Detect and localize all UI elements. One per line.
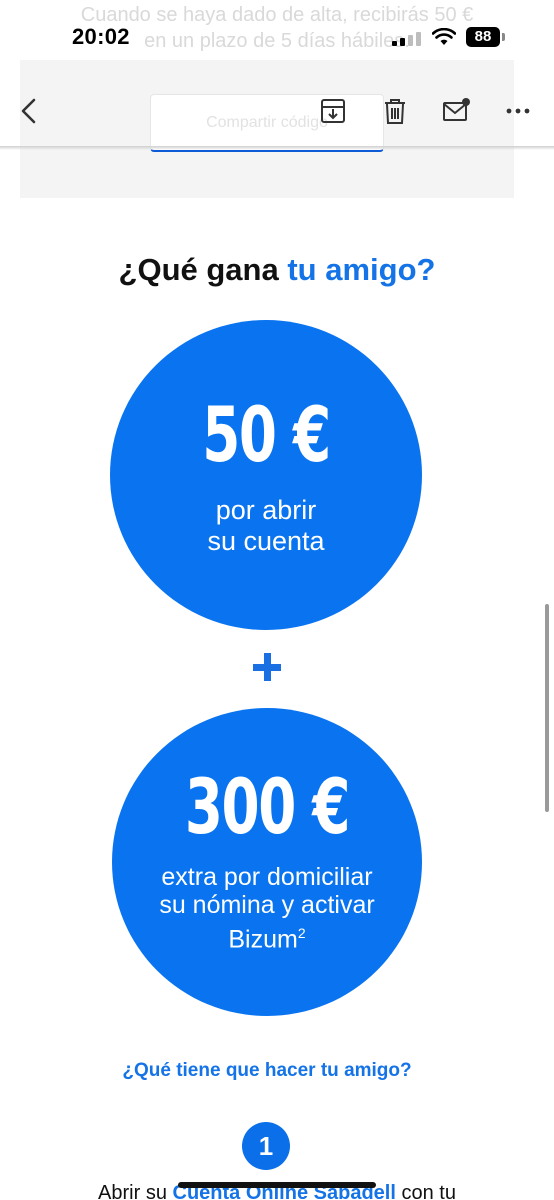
step-text-suffix: con tu xyxy=(395,1182,456,1200)
wifi-icon xyxy=(432,28,456,45)
bizum-label: Bizum xyxy=(228,925,298,954)
heading-accent: tu amigo? xyxy=(287,252,436,287)
home-indicator[interactable] xyxy=(178,1182,376,1188)
trash-icon[interactable] xyxy=(380,96,410,126)
offer-circle-open-account: 50 € por abrir su cuenta xyxy=(110,320,422,630)
offer-description-line: su nómina y activar xyxy=(159,891,375,919)
offer-description-line: extra por domiciliar xyxy=(161,863,373,891)
back-chevron-icon[interactable] xyxy=(14,96,44,126)
offer-circle-payroll: 300 € extra por domiciliar su nómina y a… xyxy=(112,708,422,1016)
offer-description-line: su cuenta xyxy=(207,526,325,556)
mail-toolbar xyxy=(0,84,554,144)
battery-cap xyxy=(502,33,505,41)
heading-prefix: ¿Qué gana xyxy=(118,252,288,287)
plus-icon xyxy=(248,648,286,686)
more-icon[interactable] xyxy=(503,96,533,126)
footnote-superscript: 2 xyxy=(297,925,306,941)
section-heading: ¿Qué gana tu amigo? xyxy=(0,252,554,288)
offer-description-line: Bizum2 xyxy=(112,919,422,953)
offer-amount: 50 € xyxy=(202,390,331,479)
step-number-badge: 1 xyxy=(242,1122,290,1170)
status-time: 20:02 xyxy=(72,24,130,49)
cellular-signal-icon xyxy=(392,32,424,46)
toolbar-shadow xyxy=(0,146,554,150)
mark-unread-icon[interactable] xyxy=(441,96,471,126)
offer-description-line: por abrir xyxy=(215,495,317,525)
status-bar: 20:02 88 xyxy=(0,0,554,76)
scrollbar[interactable] xyxy=(545,604,549,812)
step-text-prefix: Abrir su xyxy=(98,1182,173,1200)
what-friend-does-link[interactable]: ¿Qué tiene que hacer tu amigo? xyxy=(0,1060,534,1082)
archive-icon[interactable] xyxy=(318,96,348,126)
battery-icon: 88 xyxy=(466,27,500,47)
offer-amount: 300 € xyxy=(184,762,351,851)
